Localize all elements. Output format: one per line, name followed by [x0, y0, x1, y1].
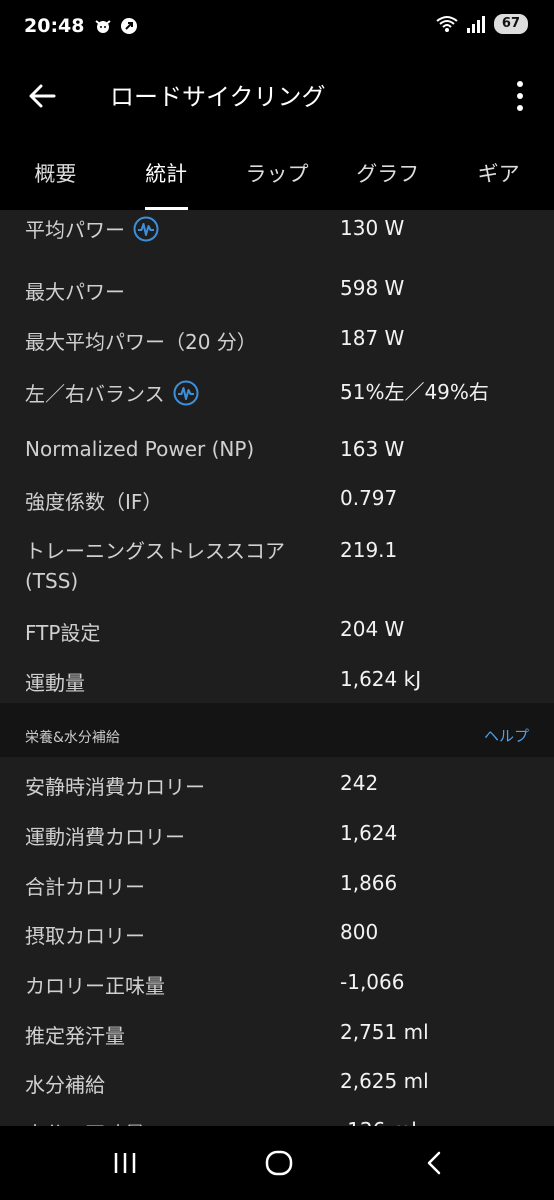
stat-value: 130 W: [340, 216, 405, 240]
tab-laps[interactable]: ラップ: [222, 138, 333, 210]
help-link[interactable]: ヘルプ: [484, 725, 529, 746]
stat-label-line2: (TSS): [25, 569, 79, 593]
stat-label: 安静時消費カロリー: [25, 775, 205, 799]
stat-value: 2,625 ml: [340, 1069, 429, 1093]
stat-value: -1,066: [340, 970, 405, 994]
app-bar: ロードサイクリング: [0, 52, 554, 138]
stat-label: 水分補給: [25, 1073, 105, 1097]
app-notification-icon: [121, 18, 138, 34]
stat-label: 強度係数（IF）: [25, 490, 163, 514]
power-meter-icon[interactable]: [133, 216, 159, 242]
more-options-icon[interactable]: [508, 78, 532, 114]
stat-label: カロリー正味量: [25, 974, 165, 998]
battery-indicator: 67: [493, 14, 528, 34]
tab-overview[interactable]: 概要: [0, 138, 111, 210]
system-nav-bar: [0, 1126, 554, 1200]
stat-value: -126 ml: [340, 1118, 417, 1126]
bull-icon: [95, 20, 112, 33]
stat-label: 運動消費カロリー: [25, 825, 185, 849]
status-time: 20:48: [24, 15, 85, 37]
stat-label: 最大平均パワー（20 分）: [25, 330, 257, 354]
recent-apps-icon[interactable]: [108, 1146, 142, 1180]
stat-value: 1,866: [340, 871, 398, 895]
home-icon[interactable]: [262, 1146, 296, 1180]
status-right: 67: [436, 14, 528, 34]
back-nav-icon[interactable]: [418, 1146, 452, 1180]
stat-value: 51%左／49%右: [340, 380, 489, 404]
section-title: 栄養&水分補給: [25, 730, 120, 746]
tab-graph[interactable]: グラフ: [332, 138, 443, 210]
tab-gear[interactable]: ギア: [443, 138, 554, 210]
back-arrow-icon[interactable]: [24, 78, 60, 114]
stat-value: 204 W: [340, 617, 405, 641]
stat-value: 1,624: [340, 821, 398, 845]
stats-list[interactable]: 平均パワー 130 W 最大パワー 598 W 最大平均パワー（20 分） 18…: [0, 210, 554, 1126]
stat-label: 摂取カロリー: [25, 924, 145, 948]
stat-label: 運動量: [25, 671, 85, 695]
stat-value: 2,751 ml: [340, 1020, 429, 1044]
stat-label: トレーニングストレススコア: [25, 539, 285, 563]
status-bar: 20:48 67: [0, 0, 554, 52]
stat-value: 1,624 kJ: [340, 667, 422, 691]
page-title: ロードサイクリング: [110, 83, 326, 111]
stat-label: 合計カロリー: [25, 875, 145, 899]
stat-label: 最大パワー: [25, 280, 125, 304]
stat-value: 0.797: [340, 486, 398, 510]
stat-value: 219.1: [340, 538, 398, 562]
stat-value: 187 W: [340, 326, 405, 350]
stat-label: 水分の正味量: [25, 1118, 145, 1126]
stat-value: 800: [340, 920, 379, 944]
stat-label: 平均パワー: [25, 218, 125, 242]
stat-label: 左／右バランス: [25, 382, 165, 406]
tab-bar: 概要 統計 ラップ グラフ ギア: [0, 138, 554, 210]
power-meter-icon[interactable]: [173, 380, 199, 406]
stat-value: 163 W: [340, 437, 405, 461]
nutrition-section-header: 栄養&水分補給 ヘルプ: [0, 703, 554, 757]
stat-value: 598 W: [340, 276, 405, 300]
stat-value: 242: [340, 771, 379, 795]
stat-label: 推定発汗量: [25, 1024, 125, 1048]
signal-icon: [466, 16, 485, 33]
wifi-icon: [436, 16, 458, 32]
stat-label: Normalized Power (NP): [25, 437, 255, 461]
tab-stats[interactable]: 統計: [111, 138, 222, 210]
stat-label: FTP設定: [25, 621, 101, 645]
